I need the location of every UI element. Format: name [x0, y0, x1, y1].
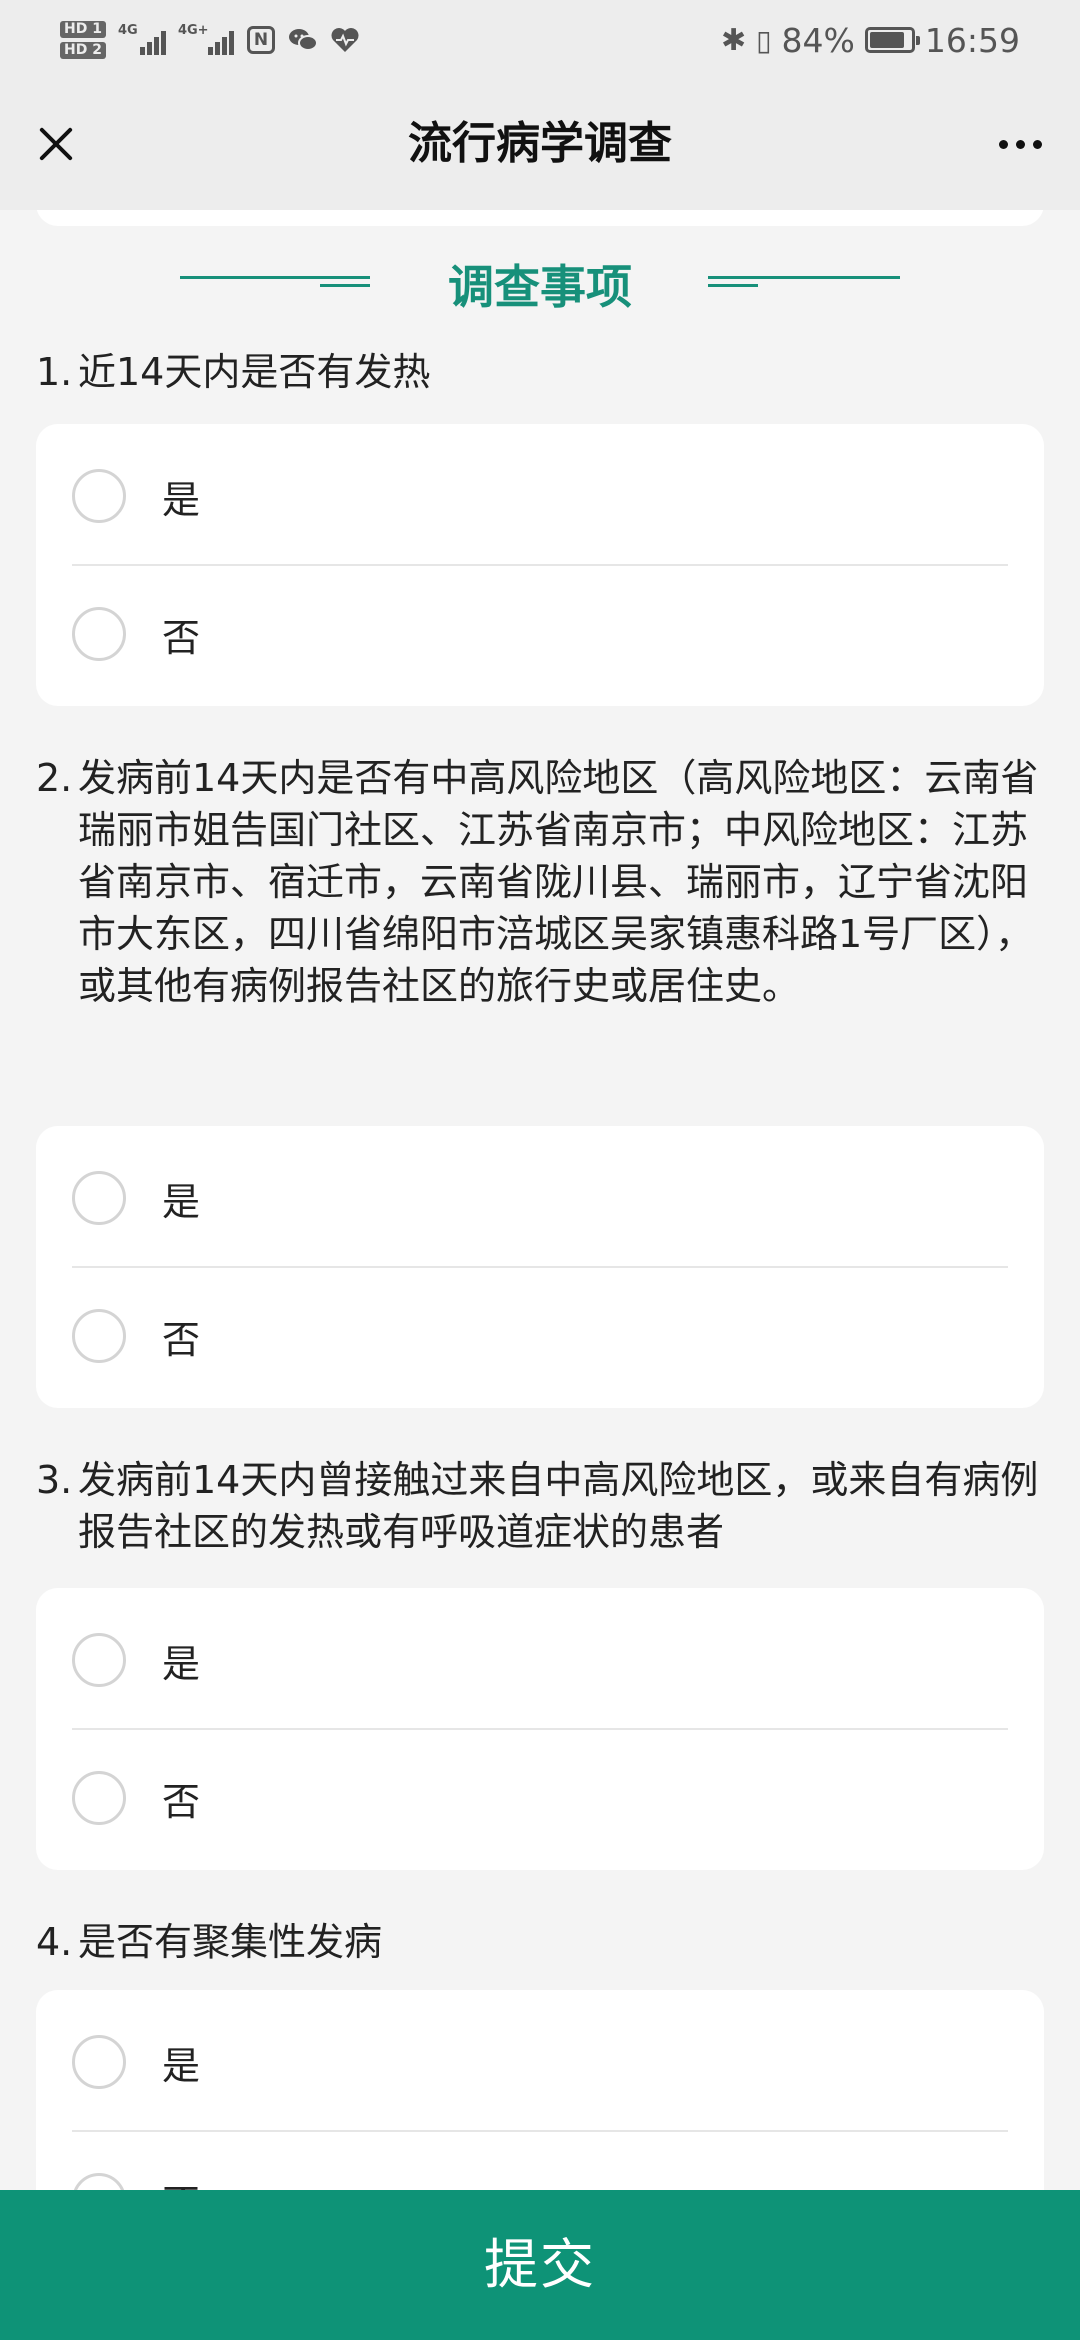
submit-button[interactable]: 提交	[0, 2190, 1080, 2340]
option-yes[interactable]: 是	[72, 1592, 1008, 1728]
hd2-badge: HD 2	[60, 42, 106, 59]
battery-icon	[864, 27, 920, 53]
battery-percent: 84%	[781, 20, 855, 60]
question-number: 3.	[36, 1458, 73, 1502]
option-label: 是	[162, 477, 201, 522]
radio-circle-icon[interactable]	[72, 1771, 126, 1825]
option-label: 否	[162, 1779, 201, 1824]
sim1-network-tag: 4G	[117, 23, 138, 38]
radio-circle-icon[interactable]	[72, 607, 126, 661]
question-1: 1. 近14天内是否有发热	[36, 346, 1046, 398]
radio-circle-icon[interactable]	[72, 469, 126, 523]
status-bar: HD 1 HD 2 4G 4G+ N ✱ ▯ 84% 16:59	[0, 0, 1080, 78]
option-yes[interactable]: 是	[72, 1130, 1008, 1266]
nfc-icon: N	[246, 25, 276, 55]
sim2-signal-icon: 4G+	[177, 23, 234, 55]
option-yes[interactable]: 是	[72, 428, 1008, 564]
question-3: 3. 发病前14天内曾接触过来自中高风险地区，或来自有病例报告社区的发热或有呼吸…	[36, 1454, 1046, 1558]
section-header: 调查事项	[0, 250, 1080, 330]
page-title: 流行病学调查	[408, 118, 672, 169]
question-4: 4. 是否有聚集性发病	[36, 1916, 1046, 1968]
section-title: 调查事项	[448, 260, 632, 314]
vibrate-icon: ▯	[756, 23, 772, 57]
radio-circle-icon[interactable]	[72, 1633, 126, 1687]
survey-content[interactable]: 调查事项 1. 近14天内是否有发热 是 否 2. 发病前14天内是否有中高风险…	[0, 210, 1080, 2190]
clock: 16:59	[924, 20, 1020, 60]
nav-bar: 流行病学调查	[0, 78, 1080, 210]
radio-circle-icon[interactable]	[72, 2173, 126, 2190]
status-bar-right: ✱ ▯ 84% 16:59	[721, 12, 1020, 68]
question-2: 2. 发病前14天内是否有中高风险地区（高风险地区：云南省瑞丽市姐告国门社区、江…	[36, 752, 1046, 1012]
wechat-icon	[288, 25, 318, 55]
option-no[interactable]: 否	[72, 1728, 1008, 1866]
section-decoration-right	[708, 276, 900, 296]
option-no[interactable]: 否	[72, 1266, 1008, 1404]
health-icon	[330, 25, 360, 55]
question-2-options: 是 否	[36, 1126, 1044, 1408]
sim1-signal-icon: 4G	[117, 23, 166, 55]
radio-circle-icon[interactable]	[72, 1309, 126, 1363]
option-label: 否	[162, 2173, 200, 2191]
option-label: 是	[162, 1179, 201, 1224]
option-no[interactable]: 否	[72, 2130, 1008, 2190]
question-number: 4.	[36, 1920, 73, 1964]
radio-circle-icon[interactable]	[72, 2035, 126, 2089]
option-yes[interactable]: 是	[72, 1994, 1008, 2130]
radio-circle-icon[interactable]	[72, 1171, 126, 1225]
option-label: 否	[162, 1317, 201, 1362]
question-text: 是否有聚集性发病	[78, 1920, 383, 1964]
bluetooth-icon: ✱	[720, 22, 747, 58]
question-number: 2.	[36, 756, 73, 800]
option-label: 是	[162, 2043, 201, 2088]
question-text: 发病前14天内曾接触过来自中高风险地区，或来自有病例报告社区的发热或有呼吸道症状…	[78, 1458, 1039, 1554]
question-text: 近14天内是否有发热	[78, 350, 431, 394]
question-number: 1.	[36, 350, 73, 394]
option-label: 是	[162, 1641, 201, 1686]
previous-card	[36, 210, 1044, 226]
more-options-icon[interactable]	[988, 116, 1052, 172]
option-no[interactable]: 否	[72, 564, 1008, 702]
status-bar-left: HD 1 HD 2 4G 4G+ N	[60, 12, 360, 68]
question-1-options: 是 否	[36, 424, 1044, 706]
hd-indicators: HD 1 HD 2	[60, 21, 106, 59]
question-text: 发病前14天内是否有中高风险地区（高风险地区：云南省瑞丽市姐告国门社区、江苏省南…	[78, 756, 1039, 1008]
battery-level	[869, 32, 904, 48]
hd1-badge: HD 1	[60, 21, 106, 38]
option-label: 否	[162, 615, 201, 660]
sim2-network-tag: 4G+	[177, 23, 209, 38]
question-4-options: 是 否	[36, 1990, 1044, 2190]
question-3-options: 是 否	[36, 1588, 1044, 1870]
